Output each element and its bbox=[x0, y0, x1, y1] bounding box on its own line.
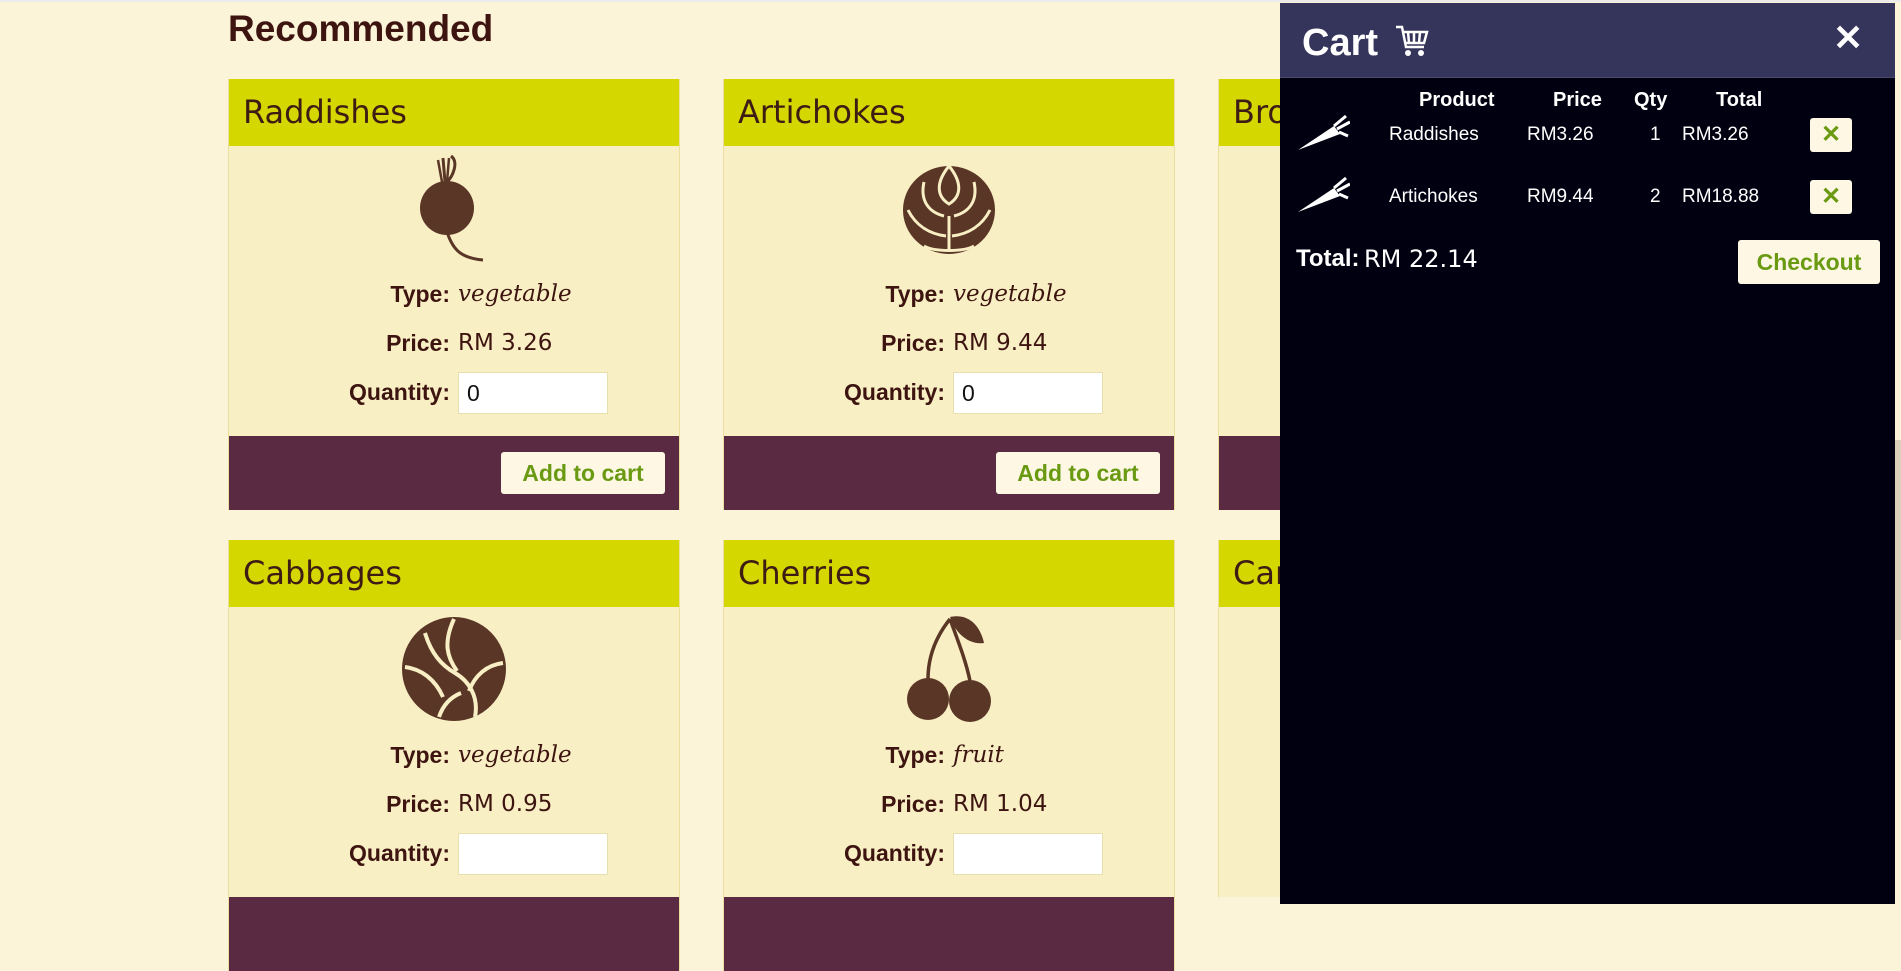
price-label: Price: bbox=[386, 330, 450, 356]
cart-item-total: RM3.26 bbox=[1682, 124, 1749, 145]
product-card-cabbages: Cabbages Type: vegetable Price: RM 0.95 bbox=[228, 540, 680, 971]
product-card-raddishes: Raddishes Type: vegetable Price: RM 3.26 bbox=[228, 79, 680, 510]
cart-title: Cart bbox=[1302, 22, 1379, 64]
type-value: vegetable bbox=[458, 742, 572, 768]
add-to-cart-button[interactable]: Add to cart bbox=[996, 452, 1160, 494]
price-value: RM 0.95 bbox=[458, 791, 553, 817]
type-value: vegetable bbox=[458, 281, 572, 307]
cart-item-price: RM9.44 bbox=[1527, 186, 1594, 207]
product-name: Car bbox=[1219, 540, 1281, 607]
quantity-label: Quantity: bbox=[844, 379, 945, 405]
checkout-button[interactable]: Checkout bbox=[1738, 240, 1880, 284]
quantity-label: Quantity: bbox=[349, 379, 450, 405]
product-card-partial: Bro bbox=[1218, 79, 1282, 510]
close-cart-button[interactable]: ✕ bbox=[1833, 20, 1863, 56]
radish-icon bbox=[399, 152, 509, 262]
price-value: RM 1.04 bbox=[953, 791, 1048, 817]
cart-total-label: Total: bbox=[1296, 245, 1360, 272]
col-header-price: Price bbox=[1553, 89, 1602, 111]
cart-panel: Cart ✕ Product Price Qty Total Raddishes… bbox=[1280, 3, 1895, 904]
quantity-label: Quantity: bbox=[844, 840, 945, 866]
quantity-input[interactable] bbox=[953, 372, 1103, 414]
remove-item-button[interactable]: ✕ bbox=[1810, 180, 1852, 214]
cart-item-qty: 2 bbox=[1650, 186, 1661, 207]
quantity-label: Quantity: bbox=[349, 840, 450, 866]
product-name: Cherries bbox=[724, 540, 1174, 607]
shopping-cart-icon bbox=[1394, 23, 1430, 59]
cabbage-icon bbox=[399, 613, 509, 723]
cart-item-product: Artichokes bbox=[1389, 186, 1478, 207]
type-label: Type: bbox=[885, 281, 945, 307]
price-label: Price: bbox=[386, 791, 450, 817]
cart-row: Artichokes RM9.44 2 RM18.88 ✕ bbox=[1280, 174, 1895, 220]
price-label: Price: bbox=[881, 791, 945, 817]
section-title: Recommended bbox=[228, 8, 494, 49]
product-name: Raddishes bbox=[229, 79, 679, 146]
product-card-artichokes: Artichokes Type: vegetable Price: RM 9.4… bbox=[723, 79, 1175, 510]
cart-item-product: Raddishes bbox=[1389, 124, 1479, 145]
top-border bbox=[0, 0, 1901, 2]
quantity-input[interactable] bbox=[953, 833, 1103, 875]
product-card-cherries: Cherries Type: fruit Price: RM 1.04 Quan… bbox=[723, 540, 1175, 971]
type-label: Type: bbox=[885, 742, 945, 768]
remove-item-button[interactable]: ✕ bbox=[1810, 118, 1852, 152]
price-value: RM 9.44 bbox=[953, 330, 1048, 356]
type-value: fruit bbox=[953, 742, 1004, 768]
product-name: Bro bbox=[1219, 79, 1281, 146]
scrollbar[interactable] bbox=[1895, 440, 1901, 640]
quantity-input[interactable] bbox=[458, 833, 608, 875]
price-value: RM 3.26 bbox=[458, 330, 553, 356]
carrot-icon bbox=[1296, 114, 1351, 154]
cart-header: Cart ✕ bbox=[1280, 3, 1895, 78]
product-card-partial: Car bbox=[1218, 540, 1282, 897]
carrot-icon bbox=[1296, 176, 1351, 216]
cart-total-value: RM 22.14 bbox=[1364, 245, 1478, 273]
quantity-input[interactable] bbox=[458, 372, 608, 414]
product-name: Cabbages bbox=[229, 540, 679, 607]
cart-item-qty: 1 bbox=[1650, 124, 1661, 145]
type-value: vegetable bbox=[953, 281, 1067, 307]
price-label: Price: bbox=[881, 330, 945, 356]
col-header-qty: Qty bbox=[1634, 89, 1668, 111]
cart-row: Raddishes RM3.26 1 RM3.26 ✕ bbox=[1280, 112, 1895, 158]
cart-item-price: RM3.26 bbox=[1527, 124, 1594, 145]
cherries-icon bbox=[894, 613, 1004, 723]
artichoke-icon bbox=[894, 152, 1004, 262]
type-label: Type: bbox=[390, 742, 450, 768]
col-header-product: Product bbox=[1419, 89, 1495, 111]
product-name: Artichokes bbox=[724, 79, 1174, 146]
type-label: Type: bbox=[390, 281, 450, 307]
add-to-cart-button[interactable]: Add to cart bbox=[501, 452, 665, 494]
col-header-total: Total bbox=[1716, 89, 1763, 111]
cart-item-total: RM18.88 bbox=[1682, 186, 1760, 207]
